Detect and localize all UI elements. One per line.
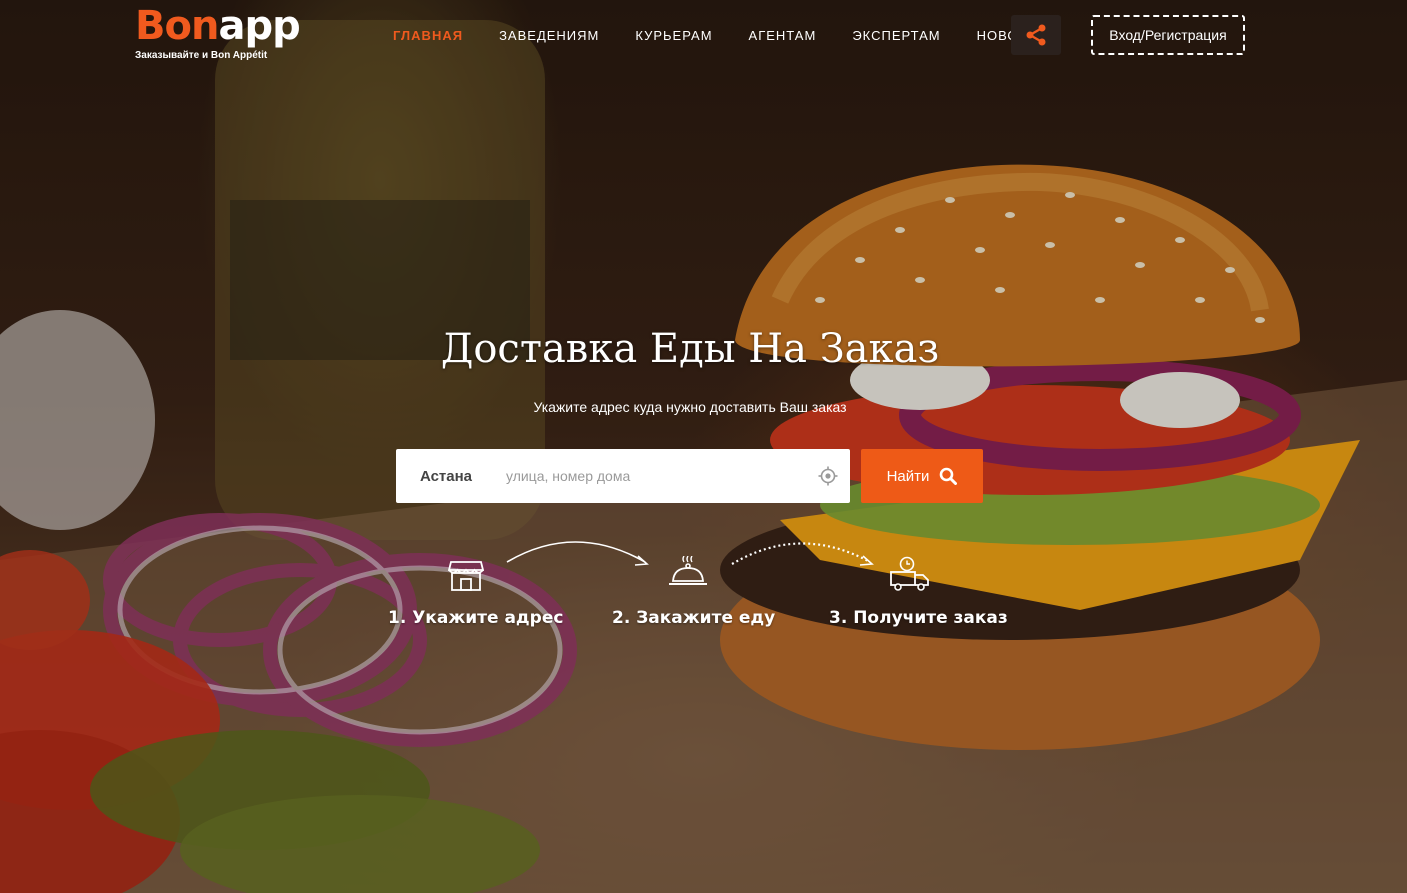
logo-wordmark: Bonapp	[135, 3, 301, 49]
share-icon	[1026, 24, 1046, 46]
hero-subtitle: Укажите адрес куда нужно доставить Ваш з…	[533, 399, 847, 415]
locate-button[interactable]	[806, 449, 850, 503]
hero-title: Доставка Еды На Заказ	[440, 326, 940, 372]
step-3-label: 3. Получите заказ	[829, 608, 1008, 628]
share-button[interactable]	[1011, 15, 1061, 55]
step-2-label: 2. Закажите еду	[612, 608, 776, 628]
nav-item-agents[interactable]: АГЕНТАМ	[749, 28, 817, 44]
login-register-button[interactable]: Вход/Регистрация	[1091, 15, 1245, 55]
address-search-box: Астана	[396, 449, 850, 503]
find-button[interactable]: Найти	[861, 449, 983, 503]
logo-tagline: Заказывайте и Bon Appétit	[135, 50, 268, 61]
search-icon	[940, 467, 958, 485]
delivery-truck-icon	[890, 556, 929, 591]
step-arrow-2	[731, 542, 874, 566]
store-icon	[448, 561, 484, 591]
hero-background-image	[0, 0, 1407, 893]
nav-item-couriers[interactable]: КУРЬЕРАМ	[635, 28, 712, 44]
address-input[interactable]	[496, 461, 806, 491]
cloche-icon	[669, 556, 707, 585]
background-overlay	[0, 0, 1407, 893]
nav-item-experts[interactable]: ЭКСПЕРТАМ	[852, 28, 940, 44]
crosshair-icon	[818, 466, 838, 486]
brand-logo[interactable]: Bonapp Заказывайте и Bon Appétit	[135, 3, 301, 61]
main-nav: ГЛАВНАЯ ЗАВЕДЕНИЯМ КУРЬЕРАМ АГЕНТАМ ЭКСП…	[393, 28, 1084, 44]
nav-item-venues[interactable]: ЗАВЕДЕНИЯМ	[499, 28, 599, 44]
nav-item-home[interactable]: ГЛАВНАЯ	[393, 28, 463, 44]
city-selector[interactable]: Астана	[396, 468, 496, 485]
step-1-label: 1. Укажите адрес	[388, 608, 564, 628]
find-button-label: Найти	[886, 467, 930, 485]
page: Bonapp Заказывайте и Bon Appétit ГЛАВНАЯ…	[0, 0, 1407, 893]
step-arrow-1	[506, 541, 649, 566]
